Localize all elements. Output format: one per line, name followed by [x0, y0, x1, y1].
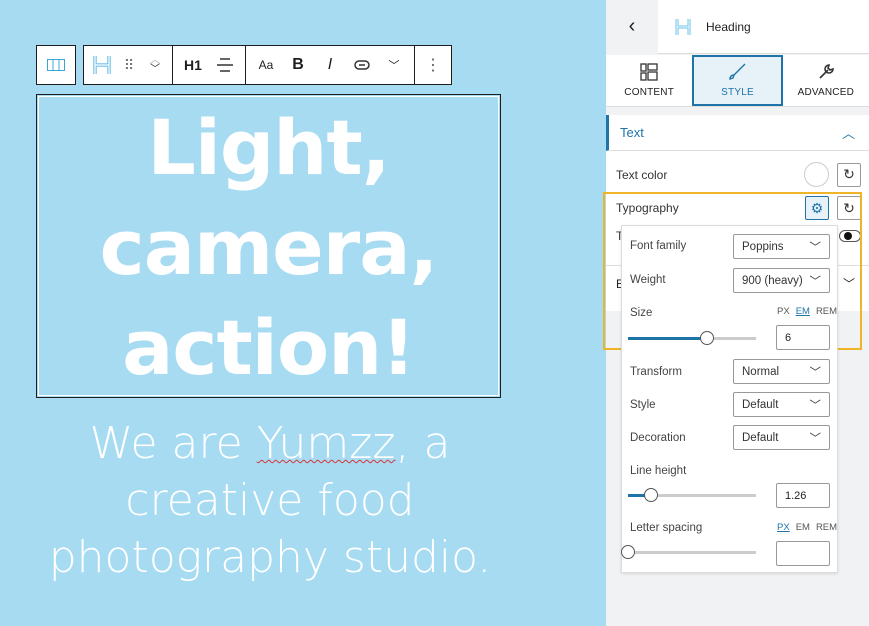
chevron-down-icon: ﹀ — [809, 275, 822, 288]
chevron-down-icon: ﹀ — [809, 432, 822, 445]
more-options-icon[interactable]: ⋮ — [417, 46, 449, 84]
value: Normal — [742, 365, 780, 378]
align-icon[interactable] — [209, 46, 241, 84]
value: Poppins — [742, 240, 784, 253]
typography-popover: Font family Poppins ﹀ Weight 900 (heavy) ﹀… — [621, 225, 838, 573]
label: Transform — [630, 366, 682, 378]
heading-line: Light, — [147, 103, 390, 192]
text: photography studio. — [48, 532, 492, 583]
color-swatch[interactable] — [804, 162, 829, 187]
tab-label: STYLE — [721, 87, 754, 98]
chevron-down-icon[interactable]: ﹀ — [378, 46, 410, 84]
link-icon[interactable] — [346, 46, 378, 84]
text-color-row: Text color ↻ — [616, 162, 861, 187]
text-section-header[interactable]: Text ︿ — [606, 115, 869, 151]
unit-em[interactable]: EM — [796, 306, 810, 317]
label: Weight — [630, 274, 666, 286]
size-input[interactable]: 6 — [776, 325, 830, 350]
font-size-icon[interactable]: Aa — [250, 46, 282, 84]
weight-select[interactable]: 900 (heavy) ﹀ — [733, 268, 830, 293]
section-title: Text — [620, 125, 644, 140]
panel-title: Heading — [706, 19, 751, 34]
line-height-slider[interactable] — [628, 488, 756, 502]
chevron-down-icon: ﹀ — [809, 241, 822, 254]
wrench-icon — [819, 64, 834, 79]
heading-line: action! — [122, 303, 416, 392]
label: Font family — [630, 240, 687, 252]
move-up-down-button[interactable]: ︿ ﹀ — [140, 46, 170, 84]
chevron-up-icon: ︿ — [841, 126, 855, 141]
unit-px[interactable]: PX — [777, 306, 790, 317]
unit-px[interactable]: PX — [777, 522, 790, 533]
layout-icon — [640, 63, 658, 81]
brush-icon — [729, 63, 746, 80]
text: , a — [395, 418, 451, 469]
label: Decoration — [630, 432, 686, 444]
font-family-select[interactable]: Poppins ﹀ — [733, 234, 830, 259]
paragraph-block[interactable]: We are Yumzz, a creative food photograph… — [20, 415, 520, 586]
reset-icon[interactable]: ↻ — [837, 162, 861, 187]
heading-block[interactable]: Light, camera, action! — [36, 98, 501, 398]
unit-em[interactable]: EM — [796, 522, 810, 533]
label: Text color — [616, 167, 668, 182]
back-button[interactable]: ‹ — [606, 0, 658, 54]
editor-canvas: ⠿ ︿ ﹀ H1 Aa B I ﹀ ⋮ Light, camera, action… — [0, 0, 606, 626]
value: 900 (heavy) — [742, 274, 803, 287]
heading-icon — [666, 18, 700, 36]
italic-icon[interactable]: I — [314, 46, 346, 84]
chevron-down-icon: ﹀ — [809, 399, 822, 412]
heading-icon[interactable] — [86, 46, 118, 84]
text: creative food — [125, 475, 415, 526]
tab-label: ADVANCED — [797, 87, 855, 98]
label: Size — [630, 307, 653, 319]
unit-rem[interactable]: REM — [816, 306, 837, 317]
letter-spacing-input[interactable] — [776, 541, 830, 566]
unit-rem[interactable]: REM — [816, 522, 837, 533]
drag-handle-icon[interactable]: ⠿ — [118, 46, 140, 84]
transform-select[interactable]: Normal ﹀ — [733, 359, 830, 384]
label: Letter spacing — [630, 522, 703, 534]
size-slider[interactable] — [628, 331, 756, 345]
chevron-down-icon: ﹀ — [809, 366, 822, 379]
label: Style — [630, 399, 656, 411]
tab-style[interactable]: STYLE — [692, 55, 783, 106]
tab-label: CONTENT — [624, 87, 675, 98]
size-units: PX EM REM — [777, 306, 837, 317]
heading-level-button[interactable]: H1 — [177, 46, 209, 84]
letter-spacing-units: PX EM REM — [777, 522, 837, 533]
style-select[interactable]: Default ﹀ — [733, 392, 830, 417]
heading-line: camera, — [99, 203, 439, 292]
decoration-select[interactable]: Default ﹀ — [733, 425, 830, 450]
value: Default — [742, 431, 779, 444]
columns-icon[interactable] — [37, 46, 75, 84]
bold-icon[interactable]: B — [282, 46, 314, 84]
tab-content[interactable]: CONTENT — [606, 55, 692, 106]
label: Line height — [630, 465, 687, 477]
block-toolbar: ⠿ ︿ ﹀ H1 Aa B I ﹀ ⋮ — [83, 45, 452, 85]
text: We are — [89, 418, 257, 469]
value: Default — [742, 398, 779, 411]
line-height-input[interactable]: 1.26 — [776, 483, 830, 508]
block-transform-toolbar — [36, 45, 76, 85]
misspelled-word: Yumzz — [256, 418, 396, 469]
tab-advanced[interactable]: ADVANCED — [783, 55, 869, 106]
letter-spacing-slider[interactable] — [621, 545, 756, 559]
